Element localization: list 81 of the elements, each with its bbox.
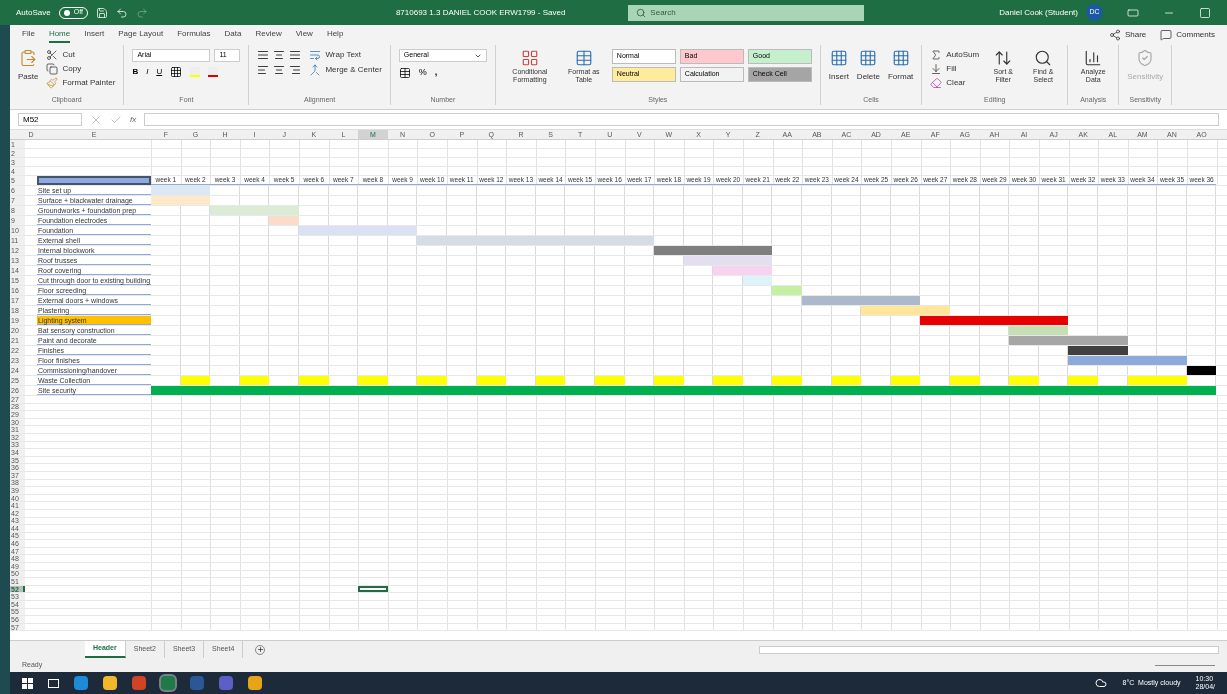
bold-button[interactable]: B bbox=[132, 66, 139, 78]
merge-icon bbox=[309, 64, 322, 76]
horizontal-scrollbar[interactable] bbox=[759, 645, 1219, 654]
ribbon-tab[interactable]: Insert bbox=[84, 27, 105, 43]
add-sheet-icon[interactable] bbox=[255, 644, 266, 655]
fill-color-icon[interactable] bbox=[190, 67, 201, 77]
taskbar-app-icon[interactable] bbox=[219, 676, 233, 690]
taskbar-app-icon[interactable] bbox=[132, 676, 146, 690]
selected-cell[interactable] bbox=[358, 585, 388, 593]
comments-button[interactable]: Comments bbox=[1160, 29, 1215, 41]
fill-icon bbox=[930, 63, 943, 75]
ribbon-tab[interactable]: View bbox=[295, 27, 313, 43]
align-right-icon bbox=[289, 64, 302, 76]
ribbon-tab[interactable]: Help bbox=[326, 27, 344, 43]
eraser-icon bbox=[930, 77, 943, 89]
name-box[interactable]: M52 bbox=[18, 113, 82, 126]
cells-button[interactable]: Insert bbox=[828, 49, 849, 83]
clipboard-icon bbox=[19, 49, 38, 67]
percent-button[interactable]: % bbox=[418, 66, 427, 80]
ribbon-tab[interactable]: Page Layout bbox=[118, 27, 164, 43]
paste-button[interactable]: Paste bbox=[18, 49, 39, 83]
cells-table-icon bbox=[859, 49, 878, 67]
copy-icon bbox=[46, 63, 59, 75]
align-middle-icon bbox=[273, 49, 286, 61]
redo-icon bbox=[135, 6, 148, 19]
search-icon bbox=[1034, 49, 1053, 67]
copy-button[interactable]: Copy bbox=[46, 63, 116, 75]
underline-button[interactable]: U bbox=[156, 66, 163, 78]
maximize-icon bbox=[1199, 6, 1211, 19]
task-view-icon[interactable] bbox=[48, 678, 59, 688]
format-painter-button[interactable]: Format Painter bbox=[46, 77, 116, 89]
clear-button[interactable]: Clear bbox=[930, 77, 980, 89]
share-button[interactable]: Share bbox=[1108, 29, 1147, 41]
sort-icon bbox=[994, 49, 1013, 67]
ribbon-tab[interactable]: Formulas bbox=[177, 27, 211, 43]
insert-function-button[interactable]: fx bbox=[130, 113, 137, 126]
align-center-icon bbox=[273, 64, 286, 76]
wrap-text-icon bbox=[309, 49, 322, 61]
shield-icon bbox=[1136, 49, 1155, 67]
windows-start-icon[interactable] bbox=[22, 677, 33, 689]
comma-button[interactable]: , bbox=[434, 66, 438, 80]
window-title: 8710693 1.3 DANIEL COOK ERW1799 - Saved bbox=[395, 6, 566, 19]
taskbar-app-icon[interactable] bbox=[103, 676, 117, 690]
align-top-icon bbox=[257, 49, 270, 61]
italic-button[interactable]: I bbox=[146, 66, 149, 78]
table-icon bbox=[574, 49, 593, 67]
merge-center-button[interactable]: Merge & Center bbox=[309, 64, 382, 76]
ribbon-tab[interactable]: Home bbox=[48, 27, 71, 43]
cells-button[interactable]: Format bbox=[888, 49, 914, 83]
scissors-icon bbox=[46, 49, 59, 61]
search-field[interactable]: Search bbox=[628, 4, 865, 21]
sigma-icon bbox=[930, 49, 943, 61]
taskbar-app-icon[interactable] bbox=[248, 676, 262, 690]
align-left-icon bbox=[257, 64, 270, 76]
comment-icon bbox=[1160, 29, 1173, 41]
align-bottom-icon bbox=[289, 49, 302, 61]
chart-icon bbox=[1084, 49, 1103, 67]
undo-icon bbox=[115, 6, 128, 19]
cells-table-icon bbox=[891, 49, 910, 67]
share-icon bbox=[1108, 29, 1121, 41]
paintbrush-icon bbox=[46, 77, 59, 89]
save-icon bbox=[95, 6, 108, 19]
search-icon bbox=[636, 7, 647, 18]
ribbon-tab[interactable]: Review bbox=[255, 27, 282, 43]
ribbon-tab[interactable]: File bbox=[22, 27, 35, 43]
user-name: Daniel Cook (Student) bbox=[999, 6, 1078, 19]
autosum-button[interactable]: AutoSum bbox=[930, 49, 980, 61]
cut-button[interactable]: Cut bbox=[46, 49, 116, 61]
conditional-formatting-icon bbox=[520, 49, 539, 67]
autosave-label: AutoSave bbox=[16, 6, 51, 19]
fill-button[interactable]: Fill bbox=[930, 63, 980, 75]
ribbon-tab[interactable]: Data bbox=[224, 27, 242, 43]
cells-table-icon bbox=[829, 49, 848, 67]
cells-button[interactable]: Delete bbox=[856, 49, 880, 83]
borders-icon bbox=[170, 66, 183, 78]
taskbar-app-icon[interactable] bbox=[74, 676, 88, 690]
font-color-icon[interactable] bbox=[208, 67, 219, 77]
wrap-text-button[interactable]: Wrap Text bbox=[309, 49, 382, 61]
cloud-icon bbox=[1095, 677, 1108, 689]
ribbon-display-icon bbox=[1127, 6, 1139, 19]
formula-field[interactable] bbox=[144, 113, 1219, 126]
